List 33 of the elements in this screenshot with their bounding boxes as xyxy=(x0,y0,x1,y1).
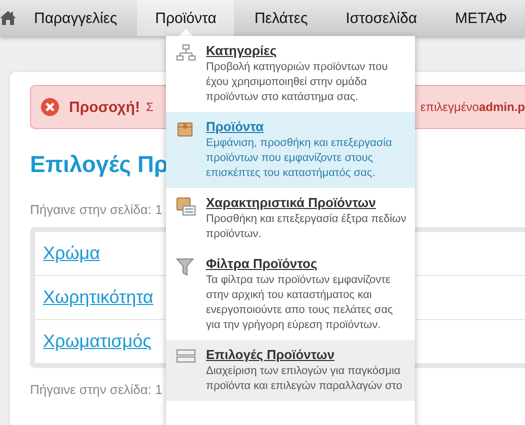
funnel-icon xyxy=(176,257,194,277)
menu-item-title[interactable]: Κατηγορίες xyxy=(206,43,407,58)
menu-item-description: Προβολή κατηγοριών προϊόντων που έχου χρησιμοποιηθεί στην ομάδα προϊόντων στο κατάστημα σας. xyxy=(206,60,389,105)
home-icon xyxy=(0,11,16,25)
menu-item-title[interactable]: Επιλογές Προϊόντων xyxy=(206,347,407,362)
menu-item-description: Διαχείριση των επιλογών για παγκόσμια προϊόντα και επιλεγών παραλλαγών στο xyxy=(206,364,404,394)
error-icon xyxy=(41,98,59,116)
page-jump-text: Πήγαινε στην σελίδα: 1 xyxy=(30,202,162,217)
menu-item[interactable]: Επιλογές Προϊόντων Διαχείριση των επιλογών για παγκόσμια προϊόντα και επιλεγών παραλλαγών στο xyxy=(166,340,415,401)
menu-item-title[interactable]: Χαρακτηριστικά Προϊόντων xyxy=(206,195,407,210)
alert-text: Σ xyxy=(146,100,154,114)
menu-item-title[interactable]: Φίλτρα Προϊόντος xyxy=(206,256,407,271)
menu-item[interactable]: Χαρακτηριστικά Προϊόντων Προσθήκη και επεξεργασία έξτρα πεδίων προϊόντων. xyxy=(166,188,415,249)
nav-tab[interactable]: Πελάτες xyxy=(236,0,326,36)
alert-title: Προσοχή! xyxy=(69,98,140,116)
sitemap-icon xyxy=(176,44,196,62)
nav-tab[interactable]: Προϊόντα xyxy=(137,0,234,36)
nav-tab[interactable]: Ιστοσελίδα xyxy=(328,0,436,36)
menu-item-description: Εμφάνιση, προσθήκη και επεξεργασία προϊόντων που εμφανίζοντε στους επισκέπτες του καταστήματός σας. xyxy=(206,136,393,181)
menu-item[interactable]: Κατηγορίες Προβολή κατηγοριών προϊόντων που έχου χρησιμοποιηθεί στην ομάδα προϊόντων στο κατάστημα σας. xyxy=(166,36,415,112)
nav-tab[interactable]: Παραγγελίες xyxy=(16,0,136,36)
menu-item[interactable]: Προϊόντα Εμφάνιση, προσθήκη και επεξεργασία προϊόντων που εμφανίζοντε στους επισκέπτες του καταστήματός σας. xyxy=(166,112,415,188)
menu-item-title[interactable]: Προϊόντα xyxy=(206,119,407,134)
page-jump-text: Πήγαινε στην σελίδα: 1 xyxy=(30,382,162,397)
alert-text: επιλεγμένοadmin.p xyxy=(420,100,525,114)
box-list-icon xyxy=(176,196,196,216)
menu-item-description: Τα φίλτρα των προϊόντων εμφανίζοντε στην αρχική του καταστήματος και ενεργοποιούντε απο τους πελάτες σας για την γρήγορη εύρεση προϊόντων. xyxy=(206,273,394,333)
nav-tab[interactable]: ΜΕΤΑΦ xyxy=(437,0,525,36)
page-heading: Επιλογές Πρ xyxy=(30,151,168,178)
server-icon xyxy=(176,348,196,364)
menu-item-description: Προσθήκη και επεξεργασία έξτρα πεδίων προϊόντων. xyxy=(206,212,407,242)
box-icon xyxy=(176,120,194,138)
menu-item[interactable]: Φίλτρα Προϊόντος Τα φίλτρα των προϊόντων εμφανίζοντε στην αρχική του καταστήματος και ενεργοποιούντε απο τους πελάτες σας για την γρήγορη εύρεση προϊόντων. xyxy=(166,249,415,340)
